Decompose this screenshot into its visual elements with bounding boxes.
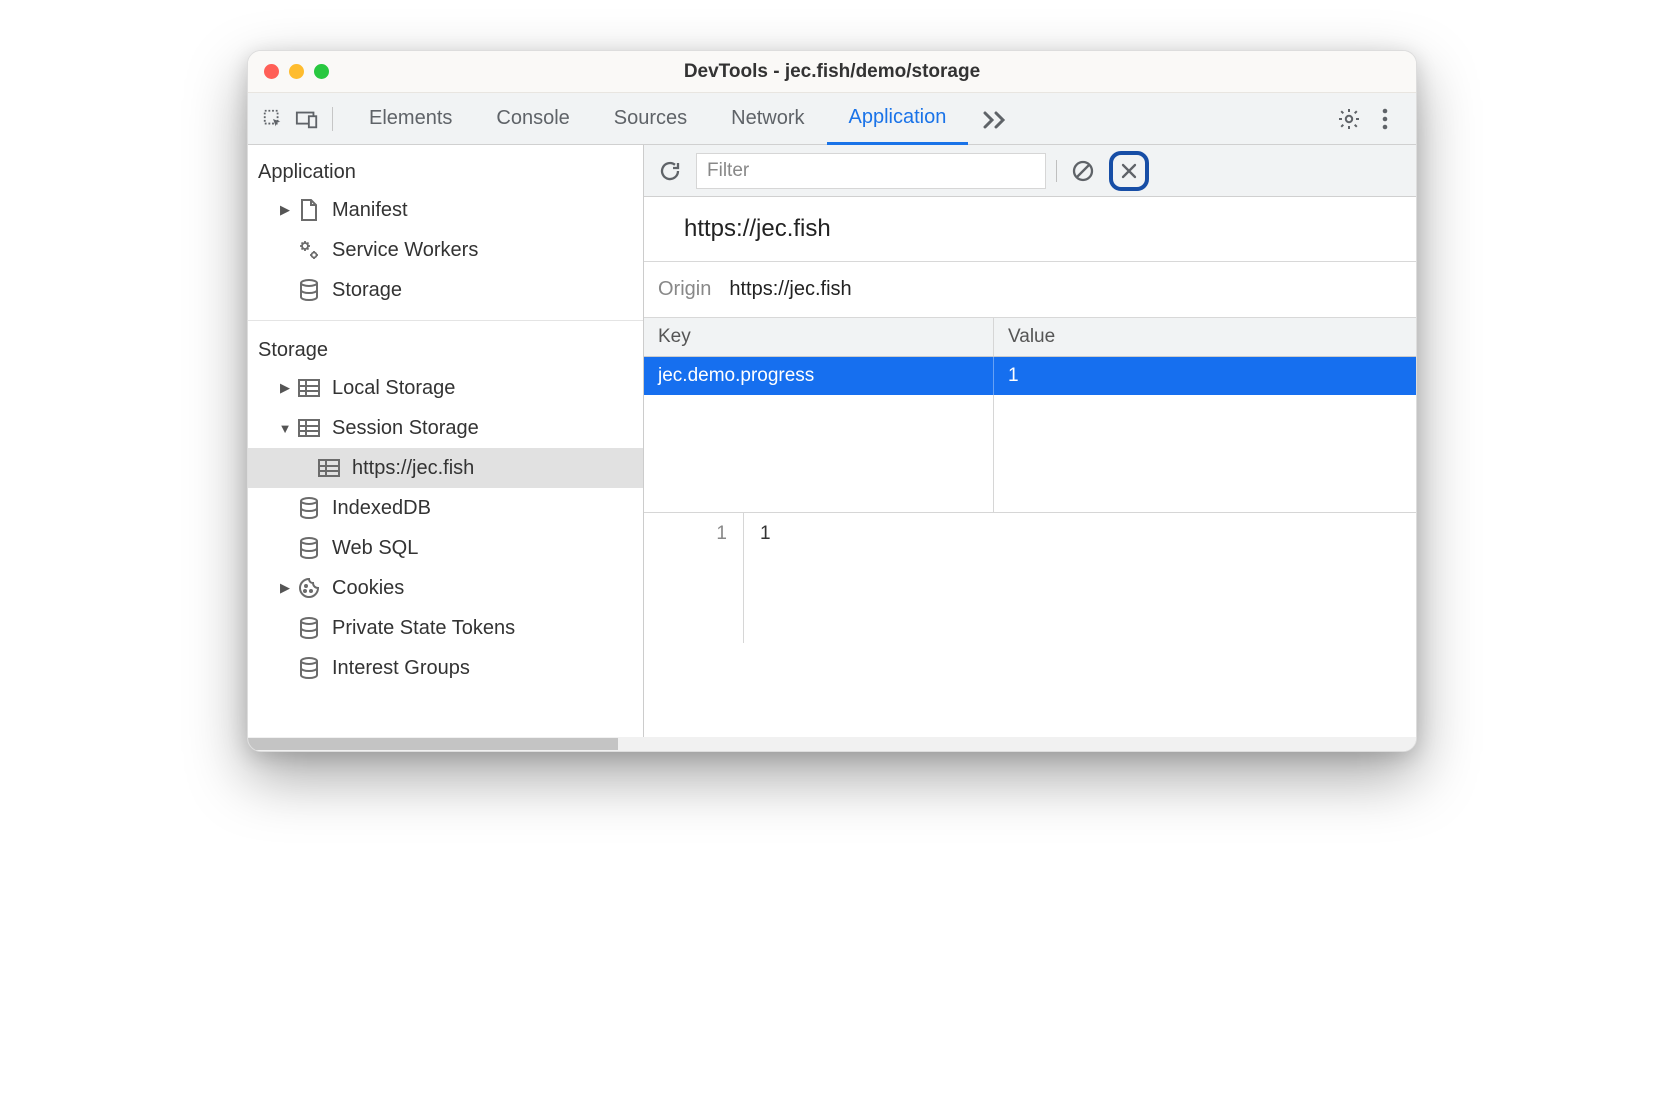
sidebar-item-private-state[interactable]: ▶ Private State Tokens <box>248 608 643 648</box>
settings-icon[interactable] <box>1332 102 1366 136</box>
tab-network[interactable]: Network <box>709 93 826 145</box>
panel-tabs: Elements Console Sources Network Applica… <box>347 93 1332 145</box>
tab-console[interactable]: Console <box>474 93 591 145</box>
grid-icon <box>296 415 322 441</box>
minimize-window-icon[interactable] <box>289 64 304 79</box>
label: https://jec.fish <box>352 457 474 480</box>
origin-row: Origin https://jec.fish <box>644 262 1416 318</box>
sidebar-item-session-origin[interactable]: https://jec.fish <box>248 448 643 488</box>
label: Local Storage <box>332 377 455 400</box>
divider <box>248 320 643 321</box>
expand-arrow-icon[interactable]: ▶ <box>278 380 292 396</box>
storage-table: Key Value jec.demo.progress 1 <box>644 318 1416 513</box>
col-key[interactable]: Key <box>644 318 994 356</box>
gears-icon <box>296 237 322 263</box>
sidebar-item-indexeddb[interactable]: ▶ IndexedDB <box>248 488 643 528</box>
sidebar-item-manifest[interactable]: ▶ Manifest <box>248 190 643 230</box>
window-title: DevTools - jec.fish/demo/storage <box>248 61 1416 83</box>
application-sidebar[interactable]: Application ▶ Manifest ▶ Service Workers <box>248 145 644 737</box>
origin-value: https://jec.fish <box>729 278 851 301</box>
database-icon <box>296 655 322 681</box>
device-toolbar-icon[interactable] <box>290 102 324 136</box>
content-area: Application ▶ Manifest ▶ Service Workers <box>248 145 1416 737</box>
label: Storage <box>332 279 402 302</box>
label: IndexedDB <box>332 497 431 520</box>
value-preview: 1 1 <box>644 513 1416 643</box>
inspect-element-icon[interactable] <box>256 102 290 136</box>
cookie-icon <box>296 575 322 601</box>
devtools-window: DevTools - jec.fish/demo/storage Element… <box>247 50 1417 752</box>
sidebar-item-interest-groups[interactable]: ▶ Interest Groups <box>248 648 643 688</box>
clear-all-icon[interactable] <box>1067 155 1099 187</box>
cell-key[interactable]: jec.demo.progress <box>644 357 994 395</box>
zoom-window-icon[interactable] <box>314 64 329 79</box>
sidebar-item-storage[interactable]: ▶ Storage <box>248 270 643 310</box>
section-storage: Storage <box>248 331 643 368</box>
document-icon <box>296 197 322 223</box>
sidebar-item-cookies[interactable]: ▶ Cookies <box>248 568 643 608</box>
grid-icon <box>316 455 342 481</box>
origin-heading: https://jec.fish <box>644 197 1416 262</box>
filter-input[interactable] <box>696 153 1046 189</box>
label: Interest Groups <box>332 657 470 680</box>
collapse-arrow-icon[interactable]: ▼ <box>278 421 292 436</box>
preview-content[interactable]: 1 <box>744 513 787 643</box>
cell-value[interactable]: 1 <box>994 357 1416 395</box>
delete-selected-icon[interactable] <box>1115 157 1143 185</box>
grid-icon <box>296 375 322 401</box>
main-toolbar: Elements Console Sources Network Applica… <box>248 93 1416 145</box>
empty-cell <box>994 395 1416 512</box>
sidebar-item-websql[interactable]: ▶ Web SQL <box>248 528 643 568</box>
table-body: jec.demo.progress 1 <box>644 357 1416 512</box>
tab-sources[interactable]: Sources <box>592 93 709 145</box>
kebab-menu-icon[interactable] <box>1368 102 1402 136</box>
close-window-icon[interactable] <box>264 64 279 79</box>
label: Manifest <box>332 199 408 222</box>
traffic-lights <box>264 64 329 79</box>
storage-panel: https://jec.fish Origin https://jec.fish… <box>644 145 1416 737</box>
label: Private State Tokens <box>332 617 515 640</box>
tab-elements[interactable]: Elements <box>347 93 474 145</box>
separator <box>1056 160 1057 182</box>
expand-arrow-icon[interactable]: ▶ <box>278 202 292 218</box>
section-application: Application <box>248 153 643 190</box>
refresh-icon[interactable] <box>654 155 686 187</box>
database-icon <box>296 535 322 561</box>
database-icon <box>296 495 322 521</box>
sidebar-item-local-storage[interactable]: ▶ Local Storage <box>248 368 643 408</box>
database-icon <box>296 277 322 303</box>
toolbar-right <box>1332 102 1402 136</box>
line-number: 1 <box>644 513 744 643</box>
col-value[interactable]: Value <box>994 318 1416 356</box>
horizontal-scrollbar[interactable] <box>248 737 1416 751</box>
expand-arrow-icon[interactable]: ▶ <box>278 580 292 596</box>
titlebar: DevTools - jec.fish/demo/storage <box>248 51 1416 93</box>
sidebar-item-session-storage[interactable]: ▼ Session Storage <box>248 408 643 448</box>
delete-selected-highlight <box>1109 151 1149 191</box>
origin-label: Origin <box>658 278 711 301</box>
database-icon <box>296 615 322 641</box>
label: Web SQL <box>332 537 418 560</box>
label: Cookies <box>332 577 404 600</box>
more-tabs-icon[interactable] <box>968 93 1022 145</box>
sidebar-item-service-workers[interactable]: ▶ Service Workers <box>248 230 643 270</box>
table-header: Key Value <box>644 318 1416 357</box>
label: Service Workers <box>332 239 478 262</box>
empty-cell <box>644 395 994 512</box>
label: Session Storage <box>332 417 479 440</box>
table-row[interactable]: jec.demo.progress 1 <box>644 357 1416 395</box>
scrollbar-thumb[interactable] <box>248 738 618 750</box>
storage-action-bar <box>644 145 1416 197</box>
separator <box>332 107 333 131</box>
tab-application[interactable]: Application <box>827 93 969 145</box>
